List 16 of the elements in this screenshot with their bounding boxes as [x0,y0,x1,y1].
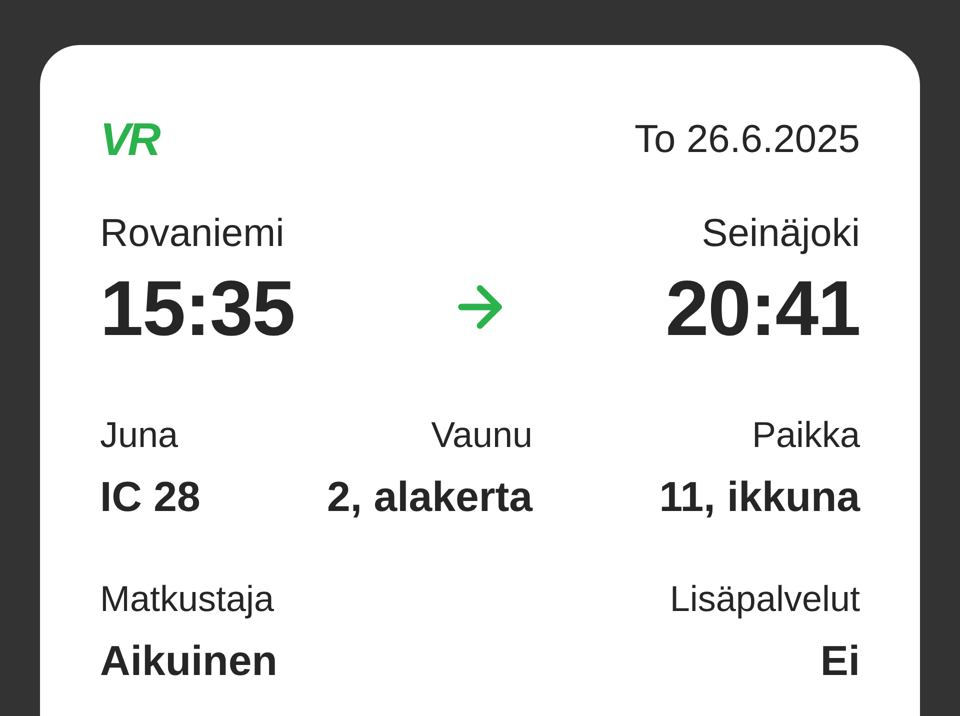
field-value: 2, alakerta [327,472,533,522]
field-value: Ei [820,636,860,686]
field-label: Lisäpalvelut [670,577,860,621]
field-value: Aikuinen [100,636,278,686]
field-label: Juna [100,413,178,457]
arrival-time: 20:41 [666,266,860,350]
field-value: 11, ikkuna [659,472,860,522]
field-value: IC 28 [100,472,200,522]
departure-time: 15:35 [100,266,294,350]
departure-station: Rovaniemi [100,212,284,256]
arrival-station: Seinäjoki [702,212,860,256]
field-label: Vaunu [431,413,533,457]
travel-date: To 26.6.2025 [634,120,860,158]
field-label: Paikka [752,413,860,457]
field-label: Matkustaja [100,577,274,621]
brand-logo: VR [100,116,158,162]
